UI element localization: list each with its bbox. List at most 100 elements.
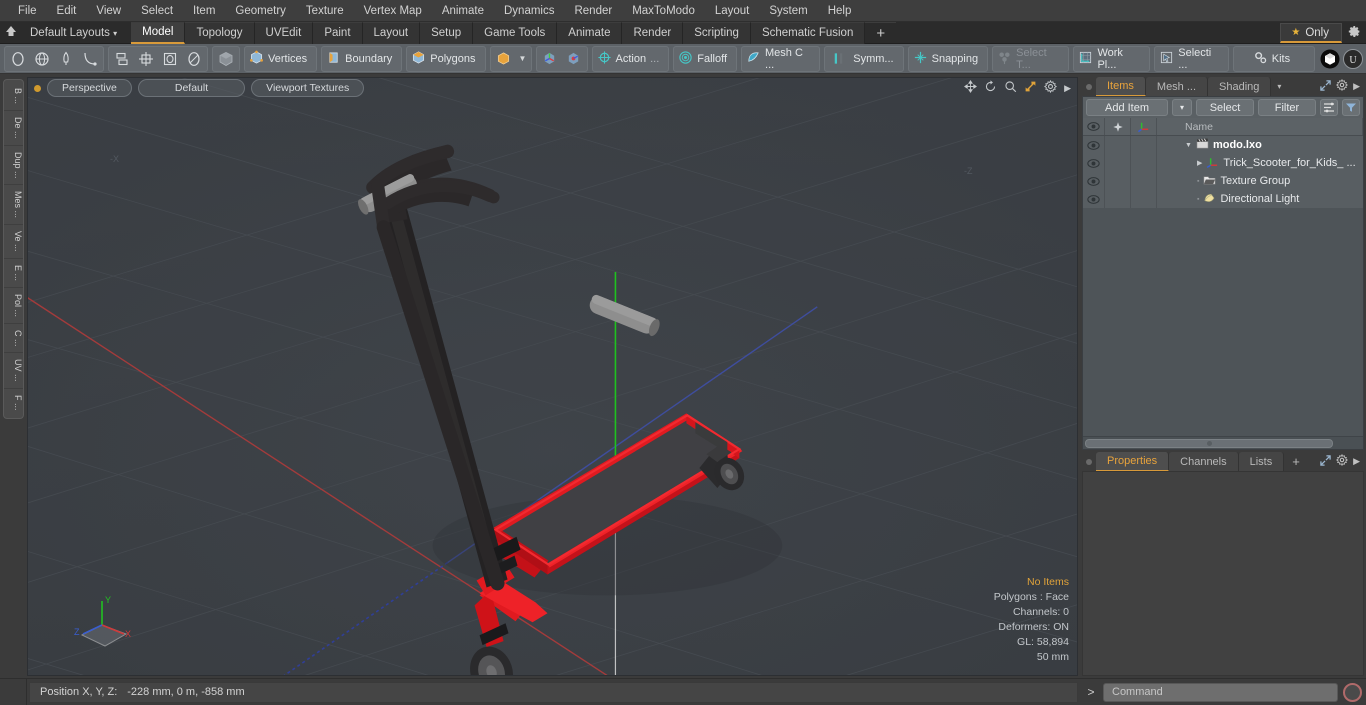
rail-tab-basic[interactable]: B ... — [4, 82, 23, 112]
symmetry-icon[interactable] — [826, 47, 850, 71]
popout-icon[interactable] — [1320, 79, 1331, 94]
rail-tab-deform[interactable]: De ... — [4, 111, 23, 146]
center-pivot-icon[interactable] — [562, 47, 586, 71]
boundary-button[interactable]: Boundary — [323, 47, 400, 71]
table-row[interactable]: ▶ Trick_Scooter_for_Kids_ ... — [1083, 154, 1363, 172]
tab-items[interactable]: Items — [1096, 77, 1146, 96]
row-visibility-toggle[interactable] — [1083, 136, 1105, 154]
rail-tab-mesh-edit[interactable]: Mes ... — [4, 185, 23, 226]
viewport-more-icon[interactable]: ▶ — [1064, 83, 1071, 94]
row-add-cell[interactable] — [1105, 154, 1131, 172]
item-cube-icon[interactable] — [492, 47, 516, 71]
tab-paint[interactable]: Paint — [313, 21, 363, 44]
unreal-icon[interactable]: U — [1341, 47, 1364, 71]
row-visibility-toggle[interactable] — [1083, 154, 1105, 172]
menu-item-dynamics[interactable]: Dynamics — [494, 2, 564, 20]
rail-tab-duplicate[interactable]: Dup ... — [4, 146, 23, 186]
tab-mesh[interactable]: Mesh ... — [1145, 77, 1209, 96]
default-layouts-dropdown[interactable]: Default Layouts ▾ — [22, 27, 125, 39]
tab-channels[interactable]: Channels — [1169, 452, 1239, 471]
modo-cube-icon[interactable] — [1319, 47, 1342, 71]
gear-icon[interactable] — [1336, 78, 1349, 94]
tab-animate[interactable]: Animate — [557, 21, 623, 44]
menu-item-help[interactable]: Help — [818, 2, 862, 20]
tab-topology[interactable]: Topology — [185, 21, 255, 44]
items-list-empty-area[interactable] — [1083, 208, 1363, 436]
tab-lists[interactable]: Lists — [1238, 452, 1285, 471]
properties-panel-menu-dot[interactable] — [1082, 452, 1096, 471]
table-row[interactable]: ▪ Texture Group — [1083, 172, 1363, 190]
tab-uvedit[interactable]: UVEdit — [254, 21, 314, 44]
expand-triangle-icon[interactable]: ▶ — [1197, 159, 1202, 167]
menu-item-file[interactable]: File — [8, 2, 47, 20]
pen-icon[interactable] — [54, 47, 78, 71]
viewport-shading-preset[interactable]: Default — [137, 79, 246, 97]
filter-button[interactable]: Filter — [1258, 99, 1316, 116]
row-name-cell[interactable]: ▼ modo.lxo — [1157, 138, 1363, 152]
list-options-icon[interactable] — [1320, 99, 1338, 116]
viewport-settings-icon[interactable] — [1044, 79, 1058, 96]
rail-tab-fusion[interactable]: F ... — [4, 389, 23, 417]
tab-schematic-fusion[interactable]: Schematic Fusion — [750, 21, 866, 44]
tab-shading[interactable]: Shading — [1208, 77, 1272, 96]
row-axis-cell[interactable] — [1131, 154, 1157, 172]
scrollbar-thumb[interactable] — [1085, 438, 1334, 448]
rotate-view-icon[interactable] — [984, 80, 997, 96]
row-name-cell[interactable]: ▶ Trick_Scooter_for_Kids_ ... — [1157, 156, 1363, 171]
row-axis-cell[interactable] — [1131, 190, 1157, 208]
menu-item-animate[interactable]: Animate — [432, 2, 494, 20]
tab-setup[interactable]: Setup — [420, 21, 474, 44]
ellipse-icon[interactable] — [182, 47, 206, 71]
menu-item-edit[interactable]: Edit — [47, 2, 87, 20]
row-add-cell[interactable] — [1105, 136, 1131, 154]
tab-game-tools[interactable]: Game Tools — [473, 21, 558, 44]
record-icon[interactable] — [1343, 682, 1362, 702]
row-name-cell[interactable]: ▪ Texture Group — [1157, 174, 1363, 189]
menu-item-maxtomodo[interactable]: MaxToModo — [622, 2, 705, 20]
polygons-button[interactable]: Polygons — [408, 47, 483, 71]
select-button[interactable]: Select — [1196, 99, 1254, 116]
properties-panel-body[interactable] — [1082, 471, 1364, 676]
fit-view-icon[interactable] — [1024, 80, 1037, 96]
snapping-button[interactable]: Snapping — [910, 47, 987, 71]
menu-item-view[interactable]: View — [86, 2, 131, 20]
add-properties-tab-button[interactable]: + — [1284, 452, 1308, 471]
work-plane-button[interactable]: Work Pl... — [1075, 47, 1148, 71]
square-icon[interactable] — [158, 47, 182, 71]
split-icon[interactable] — [110, 47, 134, 71]
menu-item-layout[interactable]: Layout — [705, 2, 760, 20]
home-icon[interactable] — [0, 25, 22, 40]
add-item-dropdown-icon[interactable]: ▾ — [1172, 99, 1192, 116]
viewport-texture-mode[interactable]: Viewport Textures — [251, 79, 365, 97]
center-icon[interactable] — [134, 47, 158, 71]
viewport-view-type[interactable]: Perspective — [47, 79, 132, 97]
menu-item-texture[interactable]: Texture — [296, 2, 354, 20]
add-tab-button[interactable]: + — [865, 21, 897, 44]
menu-item-render[interactable]: Render — [564, 2, 622, 20]
rail-tab-vertex[interactable]: Ve ... — [4, 225, 23, 259]
action-center-button[interactable]: Action ... — [594, 47, 668, 71]
expand-triangle-icon[interactable]: ▼ — [1185, 142, 1192, 149]
select-through-button[interactable]: Select T... — [994, 47, 1067, 71]
tab-layout[interactable]: Layout — [362, 21, 421, 44]
row-axis-cell[interactable] — [1131, 136, 1157, 154]
row-visibility-toggle[interactable] — [1083, 172, 1105, 190]
gear-icon[interactable] — [1342, 25, 1366, 41]
gear-icon[interactable] — [1336, 453, 1349, 469]
vertices-button[interactable]: Vertices — [246, 47, 315, 71]
symmetry-button[interactable]: Symm... — [850, 47, 901, 71]
menu-item-item[interactable]: Item — [183, 2, 225, 20]
row-add-cell[interactable] — [1105, 190, 1131, 208]
row-visibility-toggle[interactable] — [1083, 190, 1105, 208]
circle-icon[interactable] — [6, 47, 30, 71]
selection-sets-button[interactable]: Selecti ... — [1156, 47, 1227, 71]
zoom-view-icon[interactable] — [1004, 80, 1017, 96]
more-icon[interactable]: ▶ — [1353, 81, 1360, 92]
tab-render[interactable]: Render — [622, 21, 684, 44]
kits-button[interactable]: Kits — [1235, 47, 1313, 71]
move-view-icon[interactable] — [964, 80, 978, 96]
items-panel-menu-dot[interactable] — [1082, 77, 1096, 96]
falloff-button[interactable]: Falloff — [675, 47, 735, 71]
viewport-menu-dot[interactable] — [34, 84, 41, 92]
table-row[interactable]: ▪ Directional Light — [1083, 190, 1363, 208]
